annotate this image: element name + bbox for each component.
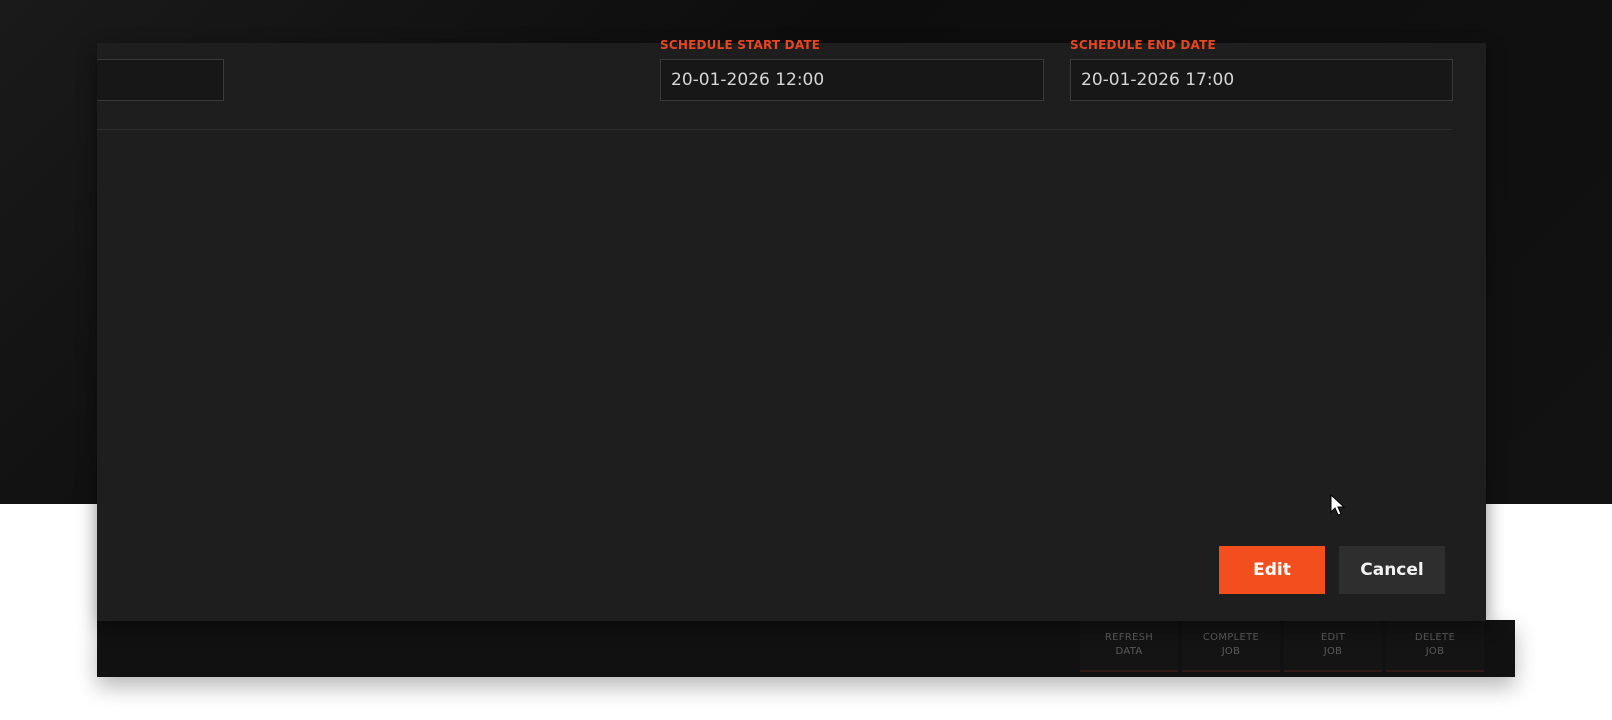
mouse-cursor-icon (1330, 494, 1346, 516)
complete-job-button[interactable]: COMPLETE JOB (1182, 620, 1280, 672)
schedule-start-input[interactable]: 20-01-2026 12:00 (660, 59, 1044, 101)
section-divider (97, 129, 1452, 130)
schedule-end-label: SCHEDULE END DATE (1070, 38, 1216, 52)
schedule-start-label: SCHEDULE START DATE (660, 38, 821, 52)
edit-button[interactable]: Edit (1219, 546, 1325, 594)
cancel-button[interactable]: Cancel (1339, 546, 1445, 594)
left-field-input[interactable] (97, 59, 224, 101)
schedule-end-input[interactable]: 20-01-2026 17:00 (1070, 59, 1453, 101)
edit-job-button[interactable]: EDIT JOB (1284, 620, 1382, 672)
edit-job-modal: SCHEDULE START DATE 20-01-2026 12:00 SCH… (97, 38, 1486, 621)
job-toolbar: REFRESH DATA COMPLETE JOB EDIT JOB DELET… (1080, 620, 1488, 672)
refresh-data-button[interactable]: REFRESH DATA (1080, 620, 1178, 672)
delete-job-button[interactable]: DELETE JOB (1386, 620, 1484, 672)
